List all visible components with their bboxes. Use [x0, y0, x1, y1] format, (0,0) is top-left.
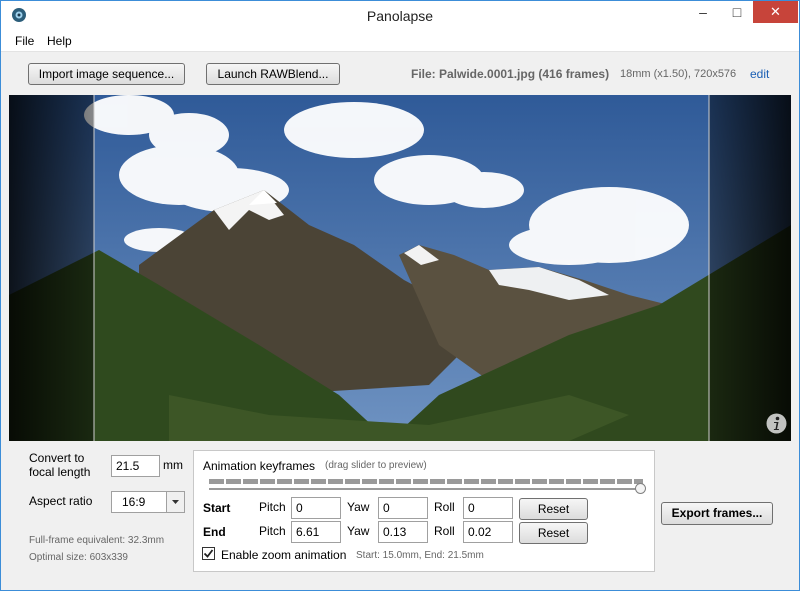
- zoom-info: Start: 15.0mm, End: 21.5mm: [356, 550, 484, 561]
- optimal-size: Optimal size: 603x339: [29, 552, 128, 563]
- start-pitch-label: Pitch: [259, 500, 286, 514]
- menu-help[interactable]: Help: [47, 34, 72, 48]
- window-title: Panolapse: [366, 8, 434, 24]
- zoom-animation-checkbox[interactable]: [202, 547, 215, 560]
- end-roll-label: Roll: [434, 524, 455, 538]
- minimize-button[interactable]: –: [689, 1, 717, 23]
- end-reset-button[interactable]: Reset: [519, 522, 588, 544]
- menu-file[interactable]: File: [15, 34, 34, 48]
- end-roll-input[interactable]: 0.02: [463, 521, 513, 543]
- info-icon[interactable]: [766, 413, 787, 434]
- timeline-ticks: [209, 479, 643, 484]
- lens-info: 18mm (x1.50), 720x576: [620, 68, 737, 80]
- maximize-button[interactable]: □: [723, 1, 751, 23]
- aspect-ratio-value: 16:9: [122, 495, 146, 509]
- dropdown-button[interactable]: [166, 492, 184, 512]
- app-window: Panolapse – □ ✕ File Help Import image s…: [0, 0, 800, 591]
- fullframe-equivalent: Full-frame equivalent: 32.3mm: [29, 535, 165, 546]
- aspect-ratio-label: Aspect ratio: [29, 494, 93, 508]
- menu-bar: File Help: [1, 31, 799, 52]
- timeline-slider[interactable]: [209, 488, 643, 490]
- convert-label-line2: focal length: [29, 465, 91, 479]
- end-label: End: [203, 525, 226, 539]
- zoom-animation-label: Enable zoom animation: [221, 548, 347, 562]
- end-yaw-input[interactable]: 0.13: [378, 521, 428, 543]
- slider-thumb[interactable]: [635, 483, 646, 494]
- end-pitch-input[interactable]: 6.61: [291, 521, 341, 543]
- aspect-ratio-select[interactable]: 16:9: [111, 491, 185, 513]
- file-info: File: Palwide.0001.jpg (416 frames): [411, 67, 610, 81]
- start-yaw-input[interactable]: 0: [378, 497, 428, 519]
- end-pitch-label: Pitch: [259, 524, 286, 538]
- chevron-down-icon: [172, 500, 179, 504]
- title-bar: Panolapse – □ ✕: [1, 1, 799, 31]
- import-sequence-button[interactable]: Import image sequence...: [28, 63, 185, 85]
- start-roll-label: Roll: [434, 500, 455, 514]
- mountain-photo: [9, 95, 791, 441]
- convert-label-line1: Convert to: [29, 451, 85, 465]
- start-yaw-label: Yaw: [347, 500, 370, 514]
- checkmark-icon: [203, 549, 214, 558]
- close-button[interactable]: ✕: [753, 1, 798, 23]
- keyframes-title: Animation keyframes: [203, 459, 316, 473]
- edit-link[interactable]: edit: [750, 67, 769, 81]
- export-frames-button[interactable]: Export frames...: [661, 502, 773, 525]
- launch-rawblend-button[interactable]: Launch RAWBlend...: [206, 63, 340, 85]
- start-label: Start: [203, 501, 231, 515]
- start-reset-button[interactable]: Reset: [519, 498, 588, 520]
- start-pitch-input[interactable]: 0: [291, 497, 341, 519]
- focal-length-input[interactable]: 21.5: [111, 455, 160, 477]
- start-roll-input[interactable]: 0: [463, 497, 513, 519]
- end-yaw-label: Yaw: [347, 524, 370, 538]
- focal-unit-label: mm: [163, 458, 183, 472]
- preview-panel[interactable]: [9, 95, 791, 441]
- keyframes-panel: Animation keyframes (drag slider to prev…: [193, 450, 655, 572]
- keyframes-hint: (drag slider to preview): [325, 460, 427, 471]
